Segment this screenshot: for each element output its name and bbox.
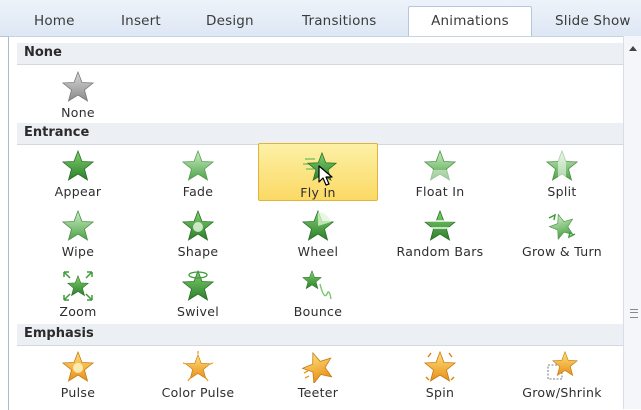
random-bars-star-icon bbox=[424, 210, 456, 242]
mouse-pointer-icon bbox=[318, 165, 333, 186]
bounce-star-icon bbox=[302, 270, 332, 300]
gallery-item-shape[interactable]: Shape bbox=[138, 206, 258, 264]
tab-home[interactable]: Home bbox=[34, 8, 75, 36]
gallery-item-none[interactable]: None bbox=[18, 67, 138, 125]
fade-star-icon bbox=[182, 150, 214, 182]
gallery-item-split[interactable]: Split bbox=[502, 146, 622, 204]
gallery-item-float-in[interactable]: Float In bbox=[380, 146, 500, 204]
grow-turn-star-icon bbox=[546, 210, 578, 241]
gallery-item-grow-turn[interactable]: Grow & Turn bbox=[502, 206, 622, 264]
gallery-item-grow-shrink[interactable]: Grow/Shrink bbox=[502, 347, 622, 405]
wipe-star-icon bbox=[62, 210, 94, 242]
gallery-item-label: Fly In bbox=[300, 185, 336, 200]
gallery-item-label: Pulse bbox=[60, 385, 96, 400]
gallery-item-label: Fade bbox=[182, 184, 214, 199]
gallery-item-label: Teeter bbox=[297, 385, 339, 400]
tab-transitions[interactable]: Transitions bbox=[302, 8, 377, 36]
gallery-item-label: Grow & Turn bbox=[522, 244, 602, 259]
zoom-star-icon bbox=[63, 271, 93, 301]
tab-animations[interactable]: Animations bbox=[408, 6, 532, 38]
gallery-item-color-pulse[interactable]: Color Pulse bbox=[138, 347, 258, 405]
gallery-item-label: Bounce bbox=[293, 304, 343, 319]
gallery-item-label: Wheel bbox=[297, 244, 339, 259]
gallery-item-label: Grow/Shrink bbox=[522, 385, 602, 400]
section-header-none: None bbox=[17, 43, 623, 65]
scroll-up-arrow-icon[interactable] bbox=[629, 46, 637, 51]
gallery-item-wheel[interactable]: Wheel bbox=[258, 206, 378, 264]
gallery-item-zoom[interactable]: Zoom bbox=[18, 266, 138, 324]
tab-slide-show[interactable]: Slide Show bbox=[555, 8, 631, 36]
gallery-item-label: Appear bbox=[54, 184, 102, 199]
gallery-item-label: Split bbox=[547, 184, 577, 199]
ribbon-tab-bar: Home Insert Design Transitions Animation… bbox=[0, 0, 641, 38]
star-none-icon bbox=[62, 71, 94, 102]
shape-star-icon bbox=[182, 210, 214, 242]
section-header-emphasis: Emphasis bbox=[17, 324, 623, 346]
gallery-item-label: None bbox=[61, 105, 95, 120]
gallery-item-teeter[interactable]: Teeter bbox=[258, 347, 378, 405]
gallery-item-pulse[interactable]: Pulse bbox=[18, 347, 138, 405]
teeter-star-icon bbox=[302, 351, 334, 383]
spin-star-icon bbox=[424, 351, 456, 383]
float-in-star-icon bbox=[424, 150, 456, 182]
gallery-item-fade[interactable]: Fade bbox=[138, 146, 258, 204]
gallery-item-wipe[interactable]: Wipe bbox=[18, 206, 138, 264]
tab-design[interactable]: Design bbox=[206, 8, 254, 36]
gallery-item-appear[interactable]: Appear bbox=[18, 146, 138, 204]
pulse-star-icon bbox=[62, 351, 94, 383]
split-star-icon bbox=[546, 150, 578, 182]
gallery-item-spin[interactable]: Spin bbox=[380, 347, 500, 405]
gallery-item-label: Random Bars bbox=[396, 244, 484, 259]
gallery-item-label: Swivel bbox=[177, 304, 219, 319]
gallery-item-label: Shape bbox=[177, 244, 219, 259]
gallery-item-label: Wipe bbox=[61, 244, 95, 259]
gallery-item-swivel[interactable]: Swivel bbox=[138, 266, 258, 324]
appear-star-icon bbox=[62, 150, 94, 182]
section-header-entrance: Entrance bbox=[17, 123, 623, 145]
gallery-item-label: Float In bbox=[415, 184, 465, 199]
tab-insert[interactable]: Insert bbox=[121, 8, 161, 36]
gallery-item-random-bars[interactable]: Random Bars bbox=[380, 206, 500, 264]
wheel-star-icon bbox=[302, 210, 334, 242]
gallery-scrollbar[interactable] bbox=[623, 36, 641, 409]
gallery-item-bounce[interactable]: Bounce bbox=[258, 266, 378, 324]
color-pulse-star-icon bbox=[182, 351, 214, 382]
scroll-thumb-grip-icon[interactable] bbox=[630, 309, 638, 318]
swivel-star-icon bbox=[182, 270, 214, 302]
gallery-item-label: Zoom bbox=[59, 304, 97, 319]
grow-shrink-star-icon bbox=[547, 351, 578, 380]
gallery-item-label: Color Pulse bbox=[161, 385, 235, 400]
gallery-item-label: Spin bbox=[425, 385, 455, 400]
